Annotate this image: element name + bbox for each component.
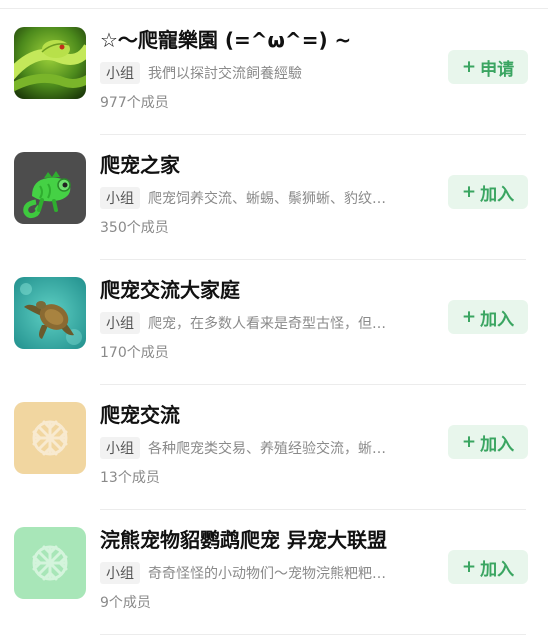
group-title[interactable]: 爬宠之家: [100, 149, 430, 178]
member-count: 13个成员: [100, 470, 160, 486]
group-row[interactable]: 浣熊宠物貂鹦鹉爬宠 异宠大联盟 小组 奇奇怪怪的小动物们～宠物浣熊粑粑… 9个成…: [0, 510, 548, 635]
group-meta: 小组 奇奇怪怪的小动物们～宠物浣熊粑粑…: [100, 562, 430, 584]
join-button[interactable]: + 加入: [448, 425, 528, 459]
group-type-badge: 小组: [100, 187, 140, 209]
group-type-badge: 小组: [100, 562, 140, 584]
group-row[interactable]: 爬宠交流 小组 各种爬宠类交易、养殖经验交流，蜥… 13个成员 + 加入: [0, 385, 548, 510]
apply-button[interactable]: + 申请: [448, 50, 528, 84]
plus-icon: +: [461, 307, 477, 327]
plus-icon: +: [461, 182, 477, 202]
group-title[interactable]: 浣熊宠物貂鹦鹉爬宠 异宠大联盟: [100, 524, 430, 553]
join-button-label: 加入: [480, 184, 515, 205]
top-divider: [0, 8, 548, 9]
group-type-badge: 小组: [100, 62, 140, 84]
group-row[interactable]: 爬宠交流大家庭 小组 爬宠，在多数人看来是奇型古怪，但… 170个成员 + 加入: [0, 260, 548, 385]
group-title[interactable]: 爬宠交流大家庭: [100, 274, 430, 303]
group-description: 各种爬宠类交易、养殖经验交流，蜥…: [148, 441, 386, 457]
default-group-avatar: [14, 527, 86, 599]
group-meta: 小组 各种爬宠类交易、养殖经验交流，蜥…: [100, 437, 430, 459]
group-meta: 小组 爬宠，在多数人看来是奇型古怪，但…: [100, 312, 430, 334]
group-title[interactable]: 爬宠交流: [100, 399, 430, 428]
group-description: 我們以探討交流飼養經驗: [148, 66, 302, 82]
join-button-label: 加入: [480, 559, 515, 580]
chameleon-avatar: [14, 152, 86, 224]
default-group-avatar: [14, 402, 86, 474]
join-button[interactable]: + 加入: [448, 175, 528, 209]
join-button-label: 加入: [480, 434, 515, 455]
group-meta: 小组 我們以探討交流飼養經驗: [100, 62, 430, 84]
group-type-badge: 小组: [100, 437, 140, 459]
member-count: 350个成员: [100, 220, 169, 236]
join-button[interactable]: + 加入: [448, 550, 528, 584]
group-list: ☆～爬寵樂園 (=^ω^=) ~ 小组 我們以探討交流飼養經驗 977个成员 +…: [0, 10, 548, 635]
join-button[interactable]: + 加入: [448, 300, 528, 334]
group-row[interactable]: 爬宠之家 小组 爬宠饲养交流、蜥蜴、鬃狮蜥、豹纹… 350个成员 + 加入: [0, 135, 548, 260]
green-snake-avatar: [14, 27, 86, 99]
group-type-badge: 小组: [100, 312, 140, 334]
member-count: 9个成员: [100, 595, 151, 611]
group-description: 爬宠，在多数人看来是奇型古怪，但…: [148, 316, 386, 332]
group-description: 爬宠饲养交流、蜥蜴、鬃狮蜥、豹纹…: [148, 191, 386, 207]
group-description: 奇奇怪怪的小动物们～宠物浣熊粑粑…: [148, 566, 386, 582]
sea-turtle-avatar: [14, 277, 86, 349]
group-title[interactable]: ☆～爬寵樂園 (=^ω^=) ~: [100, 24, 430, 53]
plus-icon: +: [461, 557, 477, 577]
group-meta: 小组 爬宠饲养交流、蜥蜴、鬃狮蜥、豹纹…: [100, 187, 430, 209]
member-count: 977个成员: [100, 95, 169, 111]
plus-icon: +: [461, 432, 477, 452]
plus-icon: +: [461, 57, 477, 77]
apply-button-label: 申请: [480, 59, 515, 80]
member-count: 170个成员: [100, 345, 169, 361]
join-button-label: 加入: [480, 309, 515, 330]
group-row[interactable]: ☆～爬寵樂園 (=^ω^=) ~ 小组 我們以探討交流飼養經驗 977个成员 +…: [0, 10, 548, 135]
